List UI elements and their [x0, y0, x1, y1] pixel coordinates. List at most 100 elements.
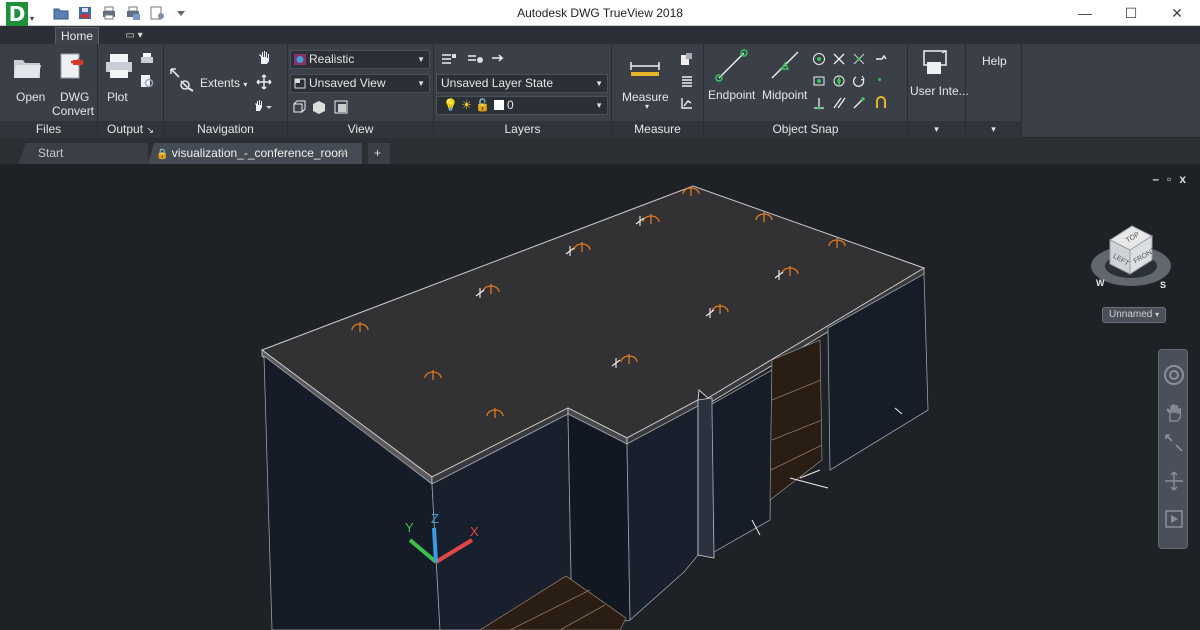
plot-printer-icon [106, 54, 132, 78]
3d-model-view[interactable]: X Y Z [0, 164, 1200, 630]
viewport-close-button[interactable]: x [1179, 172, 1186, 186]
chevron-down-icon: ▾ [243, 80, 248, 89]
intersection-snap-icon[interactable] [832, 52, 846, 66]
viewport-restore-button[interactable]: ▫ [1167, 172, 1171, 186]
extension-snap-icon[interactable] [852, 96, 866, 110]
tab-drawing[interactable]: 🔒 visualization_-_conference_room ✕ [148, 143, 362, 164]
named-view-icon [294, 78, 306, 89]
viewports-icon[interactable] [334, 100, 348, 114]
endpoint-snap-button[interactable]: Endpoint [706, 48, 760, 112]
save-icon[interactable] [76, 4, 94, 22]
open-folder-icon[interactable] [52, 4, 70, 22]
dwg-convert-label-2: Convert [52, 104, 95, 118]
pan-hand-icon[interactable] [1163, 402, 1185, 424]
extents-label[interactable]: Extents ▾ [200, 76, 247, 90]
user-interface-panel: User Inte... ▾ [908, 44, 969, 138]
drawing-viewport[interactable]: X Y Z – ▫ x TOP LEFT FRONT W S Unnamed ▾ [0, 164, 1200, 630]
tangent-snap-icon[interactable] [852, 74, 866, 88]
id-point-icon[interactable] [680, 52, 694, 66]
measure-button[interactable]: Measure ▾ [618, 50, 674, 114]
midpoint-snap-button[interactable]: Midpoint [760, 48, 812, 112]
parallel-snap-icon[interactable] [832, 96, 846, 110]
view-cube-icon[interactable] [292, 100, 306, 114]
batch-plot-icon[interactable] [124, 4, 142, 22]
pan-hand-icon[interactable] [256, 50, 272, 66]
close-button[interactable]: ✕ [1154, 0, 1200, 26]
user-interface-label[interactable]: User Inte... [910, 84, 969, 98]
publish-icon[interactable] [148, 4, 166, 22]
close-tab-icon[interactable]: ✕ [339, 143, 348, 164]
chevron-down-icon: ▼ [417, 55, 425, 64]
plot-label: Plot [107, 90, 128, 104]
zoom-extents-icon[interactable] [168, 66, 196, 92]
orbit-icon[interactable] [252, 98, 274, 114]
view-panel-label: View [288, 121, 433, 138]
object-snap-panel: Endpoint Midpoint Object Snap [704, 44, 908, 138]
visual-style-dropdown[interactable]: Realistic ▼ [290, 50, 430, 69]
maximize-button[interactable]: ☐ [1108, 0, 1154, 26]
layer-state-dropdown[interactable]: Unsaved Layer State ▼ [436, 74, 608, 93]
snap-from-icon[interactable] [874, 96, 888, 110]
measure-ruler-icon [630, 62, 660, 76]
nearest-snap-icon[interactable] [876, 76, 886, 86]
new-tab-button[interactable]: + [368, 143, 390, 164]
tab-home[interactable]: Home [55, 27, 99, 44]
layer-previous-icon[interactable] [490, 52, 508, 66]
title-bar: D ▾ Autodesk DWG TrueView 2018 — ☐ ✕ [0, 0, 1200, 26]
steering-wheel-icon[interactable] [256, 74, 272, 90]
plot-button[interactable]: Plot [102, 50, 136, 106]
ucs-y-label: Y [405, 520, 414, 535]
viewport-shape-icon[interactable] [312, 100, 326, 114]
viewport-minimize-button[interactable]: – [1152, 172, 1159, 186]
zoom-extents-icon[interactable] [1163, 432, 1185, 454]
layer-match-icon[interactable] [466, 52, 484, 66]
ribbon-tab-strip: Home ▭ ▾ [0, 26, 1200, 44]
current-layer-dropdown[interactable]: 💡 ☀ 🔓 0 ▼ [436, 96, 608, 115]
chevron-down-icon[interactable]: ▾ [966, 121, 1021, 138]
ucs-z-label: Z [431, 511, 439, 526]
view-panel: Realistic ▼ Unsaved View ▼ View [288, 44, 434, 138]
chevron-down-icon: ▼ [417, 79, 425, 88]
named-view-dropdown[interactable]: Unsaved View ▼ [290, 74, 430, 93]
preview-icon[interactable] [140, 74, 154, 88]
tab-start[interactable]: Start [18, 143, 148, 164]
open-button[interactable]: Open [8, 50, 46, 106]
node-snap-icon[interactable] [812, 74, 826, 88]
locate-point-icon[interactable] [680, 96, 694, 110]
lock-icon: 🔒 [156, 149, 169, 160]
minimize-button[interactable]: — [1062, 0, 1108, 26]
list-icon[interactable] [680, 74, 694, 88]
tab-featured-apps[interactable]: ▭ ▾ [118, 27, 150, 44]
osnap-settings-icon[interactable] [874, 52, 888, 66]
chevron-down-icon: ▾ [645, 102, 650, 111]
user-interface-icon[interactable] [920, 48, 950, 78]
showmotion-icon[interactable] [1163, 508, 1185, 530]
help-button[interactable]: Help [982, 54, 1007, 68]
perpendicular-snap-icon[interactable] [812, 96, 826, 110]
layers-panel-label: Layers [434, 121, 611, 138]
navigation-panel-label: Navigation [164, 121, 287, 138]
print-icon[interactable] [100, 4, 118, 22]
layer-properties-icon[interactable] [440, 52, 458, 66]
batch-plot-icon[interactable] [140, 52, 154, 66]
chevron-down-icon: ▾ [1155, 310, 1160, 319]
object-snap-panel-label: Object Snap [704, 121, 907, 138]
compass-west-label: W [1096, 278, 1105, 288]
customize-qat-icon[interactable] [172, 4, 190, 22]
viewcube[interactable]: TOP LEFT FRONT W S [1088, 212, 1174, 298]
center-snap-icon[interactable] [812, 52, 826, 66]
chevron-down-icon: ▼ [595, 101, 603, 110]
quadrant-snap-icon[interactable] [832, 74, 846, 88]
dwg-convert-button[interactable]: DWG Convert [50, 50, 95, 118]
steering-wheel-icon[interactable] [1163, 364, 1185, 386]
chevron-down-icon[interactable]: ▾ [908, 121, 965, 138]
orbit-icon[interactable] [1163, 470, 1185, 492]
application-menu-button[interactable]: D ▾ [4, 2, 38, 26]
dialog-launcher-icon[interactable]: ↘ [146, 125, 154, 135]
apparent-intersection-icon[interactable] [852, 52, 866, 66]
measure-panel: Measure ▾ Measure [612, 44, 704, 138]
files-panel-label: Files [0, 121, 97, 138]
midpoint-snap-icon [771, 51, 799, 79]
ucs-menu[interactable]: Unnamed ▾ [1102, 307, 1166, 323]
side-wall-1 [626, 405, 699, 621]
